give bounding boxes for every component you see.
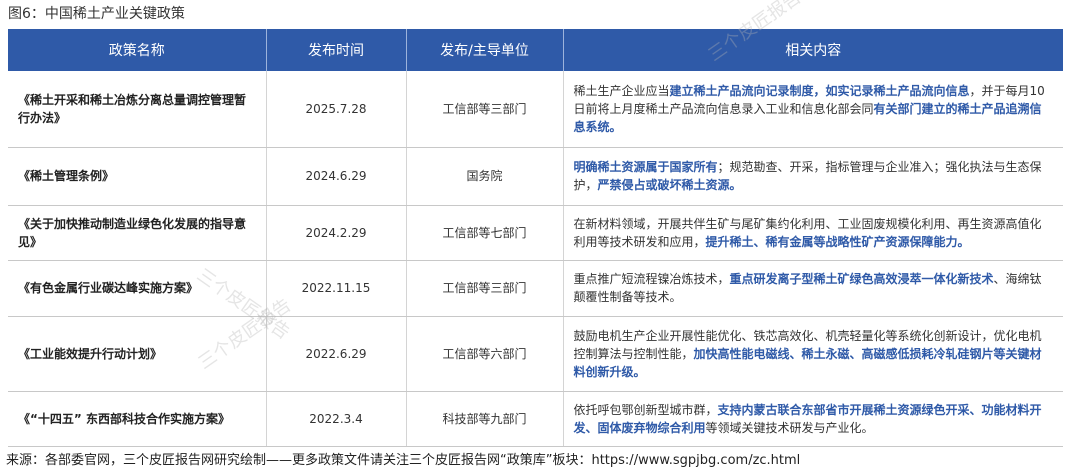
release-date-cell: 2025.7.28 [266, 71, 407, 148]
policy-name-cell: 《关于加快推动制造业绿色化发展的指导意见》 [8, 205, 267, 261]
issuing-unit-cell: 工信部等三部门 [406, 260, 564, 317]
issuing-unit-cell: 国务院 [406, 147, 564, 206]
header-release-date: 发布时间 [266, 29, 407, 71]
release-date-cell: 2022.3.4 [266, 391, 407, 447]
table-header-row: 政策名称 发布时间 发布/主导单位 相关内容 [8, 29, 1063, 71]
policy-name-cell: 《有色金属行业碳达峰实施方案》 [8, 260, 267, 317]
table-row: 《“十四五” 东西部科技合作实施方案》 2022.3.4 科技部等九部门 依托呼包鄂创… [8, 391, 1063, 447]
issuing-unit-cell: 科技部等九部门 [406, 391, 564, 447]
header-related-content: 相关内容 [563, 29, 1063, 71]
content-text: 稀土生产企业应当 [573, 83, 670, 98]
related-content-cell: 明确稀土资源属于国家所有；规范勘查、开采，指标管理与企业准入；强化执法与生态保护… [563, 147, 1063, 206]
highlighted-text: 明确稀土资源属于国家所有 [573, 160, 718, 174]
highlighted-text: 重点研发离子型稀土矿绿色高效浸萃一体化新技术 [729, 272, 994, 286]
related-content-cell: 依托呼包鄂创新型城市群，支持内蒙古联合东部省市开展稀土资源绿色开采、功能材料开发… [563, 391, 1063, 447]
issuing-unit-cell: 工信部等七部门 [406, 205, 564, 261]
table-row: 《有色金属行业碳达峰实施方案》 2022.11.15 工信部等三部门 重点推广短流程镍… [8, 260, 1063, 317]
related-content-cell: 鼓励电机生产企业开展性能优化、铁芯高效化、机壳轻量化等系统化创新设计，优化电机控… [563, 316, 1063, 392]
figure-title: 图6：中国稀土产业关键政策 [8, 6, 185, 22]
table-row: 《工业能效提升行动计划》 2022.6.29 工信部等六部门 鼓励电机生产企业开展性能… [8, 316, 1063, 392]
policy-name-cell: 《工业能效提升行动计划》 [8, 316, 267, 392]
release-date-cell: 2022.11.15 [266, 260, 407, 317]
table-row: 《稀土开采和稀土冶炼分离总量调控管理暂行办法》 2025.7.28 工信部等三部门稀… [8, 71, 1063, 148]
related-content-cell: 在新材料领域，开展共伴生矿与尾矿集约化利用、工业固废规模化利用、再生资源高值化利… [563, 205, 1063, 261]
content-text: 等领域关键技术研发与产业化。 [705, 420, 874, 435]
related-content-cell: 重点推广短流程镍冶炼技术，重点研发离子型稀土矿绿色高效浸萃一体化新技术、海绵钛颠… [563, 260, 1063, 317]
release-date-cell: 2024.6.29 [266, 147, 407, 206]
content-text: 重点推广短流程镍冶炼技术， [573, 272, 730, 286]
header-policy-name: 政策名称 [8, 29, 267, 71]
table-row: 《关于加快推动制造业绿色化发展的指导意见》 2024.2.29 工信部等七部门 在新材… [8, 205, 1063, 261]
issuing-unit-cell: 工信部等三部门 [406, 71, 564, 148]
release-date-cell: 2024.2.29 [266, 205, 407, 261]
policy-table: 政策名称 发布时间 发布/主导单位 相关内容 《稀土开采和稀土冶炼分离总量调控管… [8, 29, 1063, 447]
highlighted-text: 提升稀土、稀有金属等战略性矿产资源保障能力。 [705, 234, 970, 249]
highlighted-text: 建立稀土产品流向记录制度，如实记录稀土产品流向信息 [669, 83, 970, 98]
header-issuing-unit: 发布/主导单位 [406, 29, 564, 71]
content-text: 依托呼包鄂创新型城市群， [573, 402, 718, 417]
issuing-unit-cell: 工信部等六部门 [406, 316, 564, 392]
table-row: 《稀土管理条例》 2024.6.29 国务院 明确稀土资源属于国家所有；规范勘查、开采… [8, 147, 1063, 206]
highlighted-text: 严禁侵占或破坏稀土资源。 [597, 178, 742, 192]
policy-name-cell: 《稀土管理条例》 [8, 147, 267, 206]
related-content-cell: 稀土生产企业应当建立稀土产品流向记录制度，如实记录稀土产品流向信息，并于每月10… [563, 71, 1063, 148]
source-note: 来源：各部委官网，三个皮匠报告网研究绘制——更多政策文件请关注三个皮匠报告网“政… [6, 453, 801, 468]
release-date-cell: 2022.6.29 [266, 316, 407, 392]
policy-name-cell: 《稀土开采和稀土冶炼分离总量调控管理暂行办法》 [8, 71, 267, 148]
policy-name-cell: 《“十四五” 东西部科技合作实施方案》 [8, 391, 267, 447]
